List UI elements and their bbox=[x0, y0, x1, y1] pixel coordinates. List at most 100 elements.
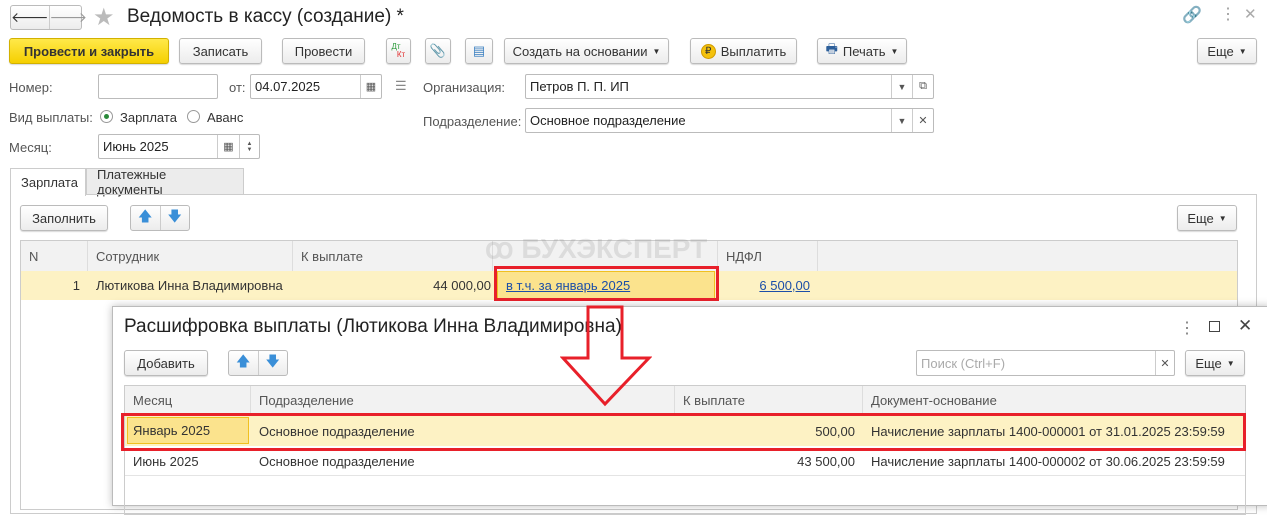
organization-value: Петров П. П. ИП bbox=[530, 79, 629, 94]
chevron-down-icon: ▼ bbox=[652, 46, 661, 56]
favorite-star-icon[interactable]: ★ bbox=[93, 3, 115, 32]
post-and-close-button[interactable]: Провести и закрыть bbox=[9, 38, 169, 64]
annotation-highlight-box bbox=[494, 266, 719, 301]
list-icon[interactable]: ☰ bbox=[395, 78, 407, 94]
chevron-down-icon: ▼ bbox=[1226, 358, 1235, 368]
date-value: 04.07.2025 bbox=[255, 79, 321, 94]
nav-buttons: 🡐 🡒 bbox=[10, 5, 87, 30]
col-amount[interactable]: К выплате bbox=[675, 386, 863, 414]
cell-employee: Лютикова Инна Владимировна bbox=[96, 278, 283, 293]
dt-kt-button[interactable]: Дт Кт bbox=[386, 38, 411, 64]
department-input[interactable]: Основное подразделение ▼ ✕ bbox=[525, 108, 934, 133]
more-label: Еще bbox=[1195, 355, 1222, 371]
window-title: Ведомость в кассу (создание) * bbox=[127, 6, 404, 27]
printer-icon: 🖶 bbox=[825, 41, 838, 56]
move-up-icon[interactable]: 🡅 bbox=[229, 351, 258, 375]
owl-logo-icon: ꝏ bbox=[485, 233, 522, 264]
kt-label: Кт bbox=[396, 50, 406, 59]
dropdown-icon[interactable]: ▼ bbox=[891, 75, 912, 98]
more-label: Еще bbox=[1207, 43, 1234, 59]
organization-input[interactable]: Петров П. П. ИП ▼ ⧉ bbox=[525, 74, 934, 99]
number-label: Номер: bbox=[9, 80, 53, 95]
calendar-icon[interactable]: ▦ bbox=[217, 135, 239, 158]
col-amount[interactable]: К выплате bbox=[293, 241, 493, 271]
ndfl-link[interactable]: 6 500,00 bbox=[759, 278, 810, 293]
search-placeholder: Поиск (Ctrl+F) bbox=[921, 355, 1006, 371]
maximize-icon[interactable] bbox=[1209, 321, 1220, 332]
structure-button[interactable]: ▤ bbox=[465, 38, 493, 64]
print-button[interactable]: 🖶 Печать ▼ bbox=[817, 38, 907, 64]
chevron-down-icon: ▼ bbox=[1238, 46, 1247, 56]
tab-salary[interactable]: Зарплата bbox=[10, 168, 86, 196]
radio-salary[interactable] bbox=[100, 110, 113, 123]
col-basis-document[interactable]: Документ-основание bbox=[863, 386, 1245, 414]
radio-advance[interactable] bbox=[187, 110, 200, 123]
dropdown-icon[interactable]: ▼ bbox=[891, 109, 912, 132]
save-button[interactable]: Записать bbox=[179, 38, 262, 64]
tab-join bbox=[11, 193, 85, 195]
search-input[interactable]: Поиск (Ctrl+F) ✕ bbox=[916, 350, 1175, 376]
dialog-more-button[interactable]: Еще ▼ bbox=[1185, 350, 1245, 376]
print-label: Печать bbox=[842, 43, 886, 59]
search-clear-icon[interactable]: ✕ bbox=[1155, 351, 1174, 375]
chevron-down-icon: ▼ bbox=[1218, 213, 1227, 223]
ruble-coin-icon: ₽ bbox=[700, 43, 716, 59]
cell-amount: 44 000,00 bbox=[433, 278, 491, 293]
col-n[interactable]: N bbox=[21, 241, 88, 271]
pay-button[interactable]: ₽ Выплатить bbox=[690, 38, 797, 64]
open-icon[interactable]: ⧉ bbox=[912, 75, 933, 98]
dialog-close-icon[interactable]: ✕ bbox=[1238, 316, 1252, 336]
chevron-down-icon: ▼ bbox=[890, 46, 899, 56]
add-button[interactable]: Добавить bbox=[124, 350, 208, 376]
radio-salary-label: Зарплата bbox=[120, 110, 177, 125]
clear-icon[interactable]: ✕ bbox=[912, 109, 933, 132]
from-label: от: bbox=[229, 80, 246, 95]
watermark: ꝏ БУХЭКСПЕРТ bbox=[485, 232, 707, 265]
move-up-icon[interactable]: 🡅 bbox=[131, 206, 160, 230]
watermark-text: БУХЭКСПЕРТ bbox=[521, 233, 708, 264]
more-actions-icon[interactable]: ⋮ bbox=[1179, 318, 1195, 338]
col-filler bbox=[818, 241, 1237, 271]
create-based-on-button[interactable]: Создать на основании ▼ bbox=[504, 38, 669, 64]
pay-label: Выплатить bbox=[720, 43, 787, 59]
annotation-row-box bbox=[121, 413, 1246, 451]
annotation-arrow-icon bbox=[560, 305, 652, 407]
move-down-icon[interactable]: 🡇 bbox=[159, 206, 190, 230]
month-value: Июнь 2025 bbox=[103, 139, 169, 154]
cell-n: 1 bbox=[72, 278, 80, 293]
month-input[interactable]: Июнь 2025 ▦ ▲ ▼ bbox=[98, 134, 260, 159]
number-input[interactable] bbox=[98, 74, 218, 99]
month-label: Месяц: bbox=[9, 140, 52, 155]
move-buttons: 🡅 🡇 bbox=[130, 205, 190, 231]
attachment-button[interactable]: 📎 bbox=[425, 38, 451, 64]
dialog-title: Расшифровка выплаты (Лютикова Инна Влади… bbox=[124, 316, 622, 337]
back-button[interactable]: 🡐 bbox=[11, 6, 49, 29]
structure-icon: ▤ bbox=[472, 43, 486, 58]
link-icon[interactable]: 🔗 bbox=[1182, 5, 1202, 25]
organization-label: Организация: bbox=[423, 80, 506, 95]
radio-advance-label: Аванс bbox=[207, 110, 244, 125]
close-icon[interactable]: ✕ bbox=[1244, 5, 1257, 23]
move-down-icon[interactable]: 🡇 bbox=[257, 351, 288, 375]
create-based-label: Создать на основании bbox=[512, 43, 648, 59]
col-employee[interactable]: Сотрудник bbox=[88, 241, 293, 271]
more-button[interactable]: Еще ▼ bbox=[1197, 38, 1257, 64]
forward-button[interactable]: 🡒 bbox=[48, 6, 87, 29]
calendar-icon[interactable]: ▦ bbox=[360, 75, 381, 98]
department-value: Основное подразделение bbox=[530, 113, 686, 128]
pay-type-label: Вид выплаты: bbox=[9, 110, 93, 125]
month-spinner[interactable]: ▲ ▼ bbox=[239, 135, 259, 158]
paperclip-icon: 📎 bbox=[429, 43, 447, 58]
dialog-move-buttons: 🡅 🡇 bbox=[228, 350, 288, 376]
col-ndfl[interactable]: НДФЛ bbox=[718, 241, 818, 271]
col-month[interactable]: Месяц bbox=[125, 386, 251, 414]
more-actions-icon[interactable]: ⋮ bbox=[1220, 4, 1236, 24]
cell-ndfl[interactable]: 6 500,00 bbox=[718, 271, 818, 300]
department-label: Подразделение: bbox=[423, 114, 522, 129]
salary-more-button[interactable]: Еще ▼ bbox=[1177, 205, 1237, 231]
date-input[interactable]: 04.07.2025 ▦ bbox=[250, 74, 382, 99]
more-label: Еще bbox=[1187, 210, 1214, 226]
tab-payment-documents[interactable]: Платежные документы bbox=[86, 167, 244, 197]
fill-button[interactable]: Заполнить bbox=[20, 205, 108, 231]
post-button[interactable]: Провести bbox=[282, 38, 365, 64]
